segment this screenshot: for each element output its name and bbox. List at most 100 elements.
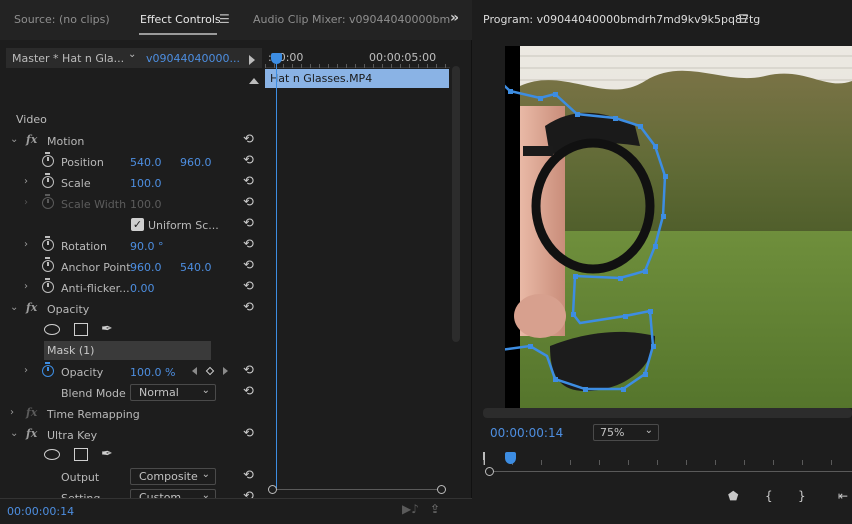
panel-menu-icon[interactable]: ☰	[738, 12, 749, 26]
stopwatch-icon[interactable]	[42, 236, 54, 251]
reset-icon[interactable]: ⟲	[243, 426, 254, 441]
reset-icon[interactable]: ⟲	[243, 216, 254, 231]
clip-selector[interactable]: Master * Hat n Gla... ⌄ v09044040000...	[6, 48, 262, 68]
pen-mask-icon[interactable]: ✒	[101, 321, 113, 337]
pen-mask-icon[interactable]: ✒	[101, 446, 113, 462]
reset-icon[interactable]: ⟲	[243, 363, 254, 378]
rectangle-mask-icon[interactable]	[74, 323, 88, 336]
anti-flicker-row: › Anti-flicker... 0.00 ⟲	[6, 278, 262, 299]
mark-out-icon[interactable]: }	[798, 489, 806, 503]
stopwatch-icon[interactable]	[42, 152, 54, 167]
rotation-label: Rotation	[61, 240, 108, 253]
rotation-value[interactable]: 90.0 °	[130, 240, 164, 253]
tab-audio-clip-mixer[interactable]: Audio Clip Mixer: v09044040000bm	[253, 13, 450, 26]
fx-toggle-icon[interactable]: fx	[26, 301, 37, 314]
zoom-handle-right[interactable]	[437, 485, 446, 494]
next-keyframe-icon[interactable]	[223, 367, 228, 375]
zoom-level-dropdown[interactable]: 75% ⌄	[593, 424, 659, 441]
reset-icon[interactable]: ⟲	[243, 279, 254, 294]
stopwatch-icon[interactable]	[42, 278, 54, 293]
play-audio-icon[interactable]: ▶♪	[402, 502, 419, 516]
stopwatch-icon[interactable]	[42, 173, 54, 188]
fx-toggle-icon[interactable]: fx	[26, 427, 37, 440]
reset-icon[interactable]: ⟲	[243, 132, 254, 147]
add-marker-icon[interactable]: ⬟	[728, 489, 738, 503]
export-icon[interactable]: ⇪	[430, 502, 440, 516]
position-x-value[interactable]: 540.0	[130, 156, 162, 169]
anchor-x-value[interactable]: 960.0	[130, 261, 162, 274]
uniform-scale-checkbox[interactable]: ✓	[131, 218, 144, 231]
reset-icon[interactable]: ⟲	[243, 174, 254, 189]
reset-icon[interactable]: ⟲	[243, 195, 254, 210]
chevron-down-icon[interactable]: ⌄	[128, 49, 136, 60]
expand-icon[interactable]: ›	[24, 281, 28, 292]
effect-controls-timecode[interactable]: 00:00:00:14	[7, 505, 74, 518]
timeline-ruler[interactable]: :00:00 00:00:05:00	[265, 48, 450, 68]
program-video-frame[interactable]	[505, 46, 852, 408]
expand-icon[interactable]: ›	[24, 365, 28, 376]
collapse-icon[interactable]: ⌄	[10, 302, 18, 313]
opacity-value[interactable]: 100.0 %	[130, 366, 175, 379]
zoom-handle-left[interactable]	[268, 485, 277, 494]
effect-controls-timeline[interactable]: :00:00 00:00:05:00 Hat n Glasses.MP4	[265, 48, 450, 498]
add-keyframe-icon[interactable]	[205, 366, 215, 376]
scale-value[interactable]: 100.0	[130, 177, 162, 190]
expand-icon[interactable]: ›	[24, 239, 28, 250]
anti-flicker-label: Anti-flicker...	[61, 282, 130, 295]
program-monitor-title[interactable]: Program: v09044040000bmdrh7md9kv9k5pq87t…	[483, 13, 760, 26]
fx-toggle-icon[interactable]: fx	[26, 133, 37, 146]
reset-icon[interactable]: ⟲	[243, 300, 254, 315]
expand-icon[interactable]: ›	[10, 407, 14, 418]
chevron-down-icon: ⌄	[644, 425, 653, 436]
opacity-effect-row[interactable]: ⌄ fx Opacity ⟲	[6, 299, 262, 320]
ellipse-mask-icon[interactable]	[44, 324, 60, 335]
rectangle-mask-icon[interactable]	[74, 448, 88, 461]
reset-icon[interactable]: ⟲	[243, 258, 254, 273]
ellipse-mask-icon[interactable]	[44, 449, 60, 460]
position-y-value[interactable]: 960.0	[180, 156, 212, 169]
collapse-icon[interactable]: ⌄	[10, 428, 18, 439]
reset-icon[interactable]: ⟲	[243, 237, 254, 252]
go-to-in-icon[interactable]: ⇤	[838, 489, 848, 503]
overflow-tabs-icon[interactable]: »	[450, 10, 459, 26]
fx-toggle-icon: fx	[26, 406, 38, 419]
sequence-clip-name[interactable]: v09044040000...	[146, 52, 240, 65]
reset-icon[interactable]: ⟲	[243, 153, 254, 168]
output-dropdown[interactable]: Composite ⌄	[130, 468, 216, 485]
anchor-y-value[interactable]: 540.0	[180, 261, 212, 274]
mask-shape-tools: ✒	[44, 321, 134, 339]
tab-effect-controls[interactable]: Effect Controls	[140, 13, 221, 26]
scroll-up-icon[interactable]	[249, 78, 259, 84]
active-tab-indicator	[139, 33, 217, 35]
program-timecode[interactable]: 00:00:00:14	[490, 426, 563, 440]
zoom-handle-left[interactable]	[485, 467, 494, 476]
program-playhead[interactable]	[505, 452, 516, 464]
opacity-effect-label: Opacity	[47, 303, 90, 316]
clip-bar[interactable]: Hat n Glasses.MP4	[265, 69, 449, 88]
stopwatch-icon[interactable]	[42, 257, 54, 272]
reset-icon[interactable]: ⟲	[243, 384, 254, 399]
panel-menu-icon[interactable]: ☰	[219, 12, 230, 26]
ruler-ticks	[265, 64, 450, 68]
vertical-scrollbar[interactable]	[452, 66, 460, 342]
mark-in-icon[interactable]: {	[765, 489, 773, 503]
program-time-ruler[interactable]	[483, 452, 852, 466]
zoom-track	[494, 471, 852, 472]
anti-flicker-value[interactable]: 0.00	[130, 282, 155, 295]
stopwatch-icon[interactable]	[42, 362, 54, 377]
blend-mode-dropdown[interactable]: Normal ⌄	[130, 384, 216, 401]
collapse-icon[interactable]: ⌄	[10, 134, 18, 145]
previous-keyframe-icon[interactable]	[192, 367, 197, 375]
expand-icon[interactable]: ›	[24, 176, 28, 187]
ultra-key-row[interactable]: ⌄ fx Ultra Key ⟲	[6, 425, 262, 446]
program-zoom-scrollbar[interactable]	[485, 467, 852, 477]
timeline-zoom-scrollbar[interactable]	[268, 485, 446, 495]
time-remapping-row[interactable]: › fx Time Remapping	[6, 404, 262, 425]
play-icon[interactable]	[249, 55, 255, 65]
tab-source[interactable]: Source: (no clips)	[14, 13, 110, 26]
motion-row[interactable]: ⌄ fx Motion ⟲	[6, 131, 262, 152]
master-clip-label[interactable]: Master * Hat n Gla...	[12, 52, 124, 65]
reset-icon[interactable]: ⟲	[243, 468, 254, 483]
program-scroll-bar[interactable]	[483, 408, 852, 418]
mask-item[interactable]: Mask (1)	[44, 341, 211, 360]
